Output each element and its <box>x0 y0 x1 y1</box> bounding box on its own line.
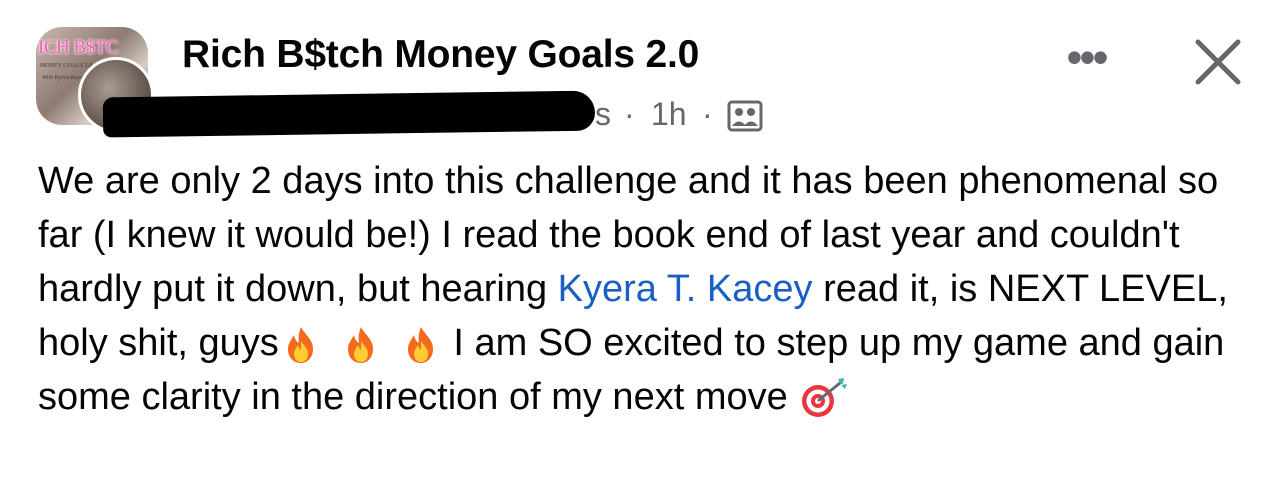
mention-link[interactable]: Kyera T. Kacey <box>558 268 813 310</box>
fire-icon <box>279 325 323 365</box>
fire-icon <box>383 325 443 365</box>
group-avatar-subtext: MONEY GOALS 2.0 <box>40 63 93 69</box>
target-icon <box>798 375 850 419</box>
close-icon[interactable] <box>1192 36 1244 88</box>
fire-icon <box>323 325 383 365</box>
meta-separator: · <box>702 96 713 132</box>
group-name-link[interactable]: Rich B$tch Money Goals 2.0 <box>182 33 699 77</box>
group-avatar-text: ICH B$TC <box>38 37 118 58</box>
more-options-button[interactable]: ••• <box>1058 34 1114 80</box>
post-text: We are only 2 days into this challenge a… <box>38 154 1258 424</box>
group-avatar-script: With Kyera Kacey <box>42 75 86 81</box>
post-timestamp[interactable]: 1h <box>651 96 687 133</box>
author-name-fragment[interactable]: s <box>595 96 611 133</box>
author-name-redaction <box>102 90 596 138</box>
post-meta: s · 1h · <box>102 90 803 138</box>
post-card: ICH B$TC MONEY GOALS 2.0 With Kyera Kace… <box>0 0 1284 487</box>
members-icon <box>727 100 763 132</box>
meta-separator: · <box>624 96 635 132</box>
